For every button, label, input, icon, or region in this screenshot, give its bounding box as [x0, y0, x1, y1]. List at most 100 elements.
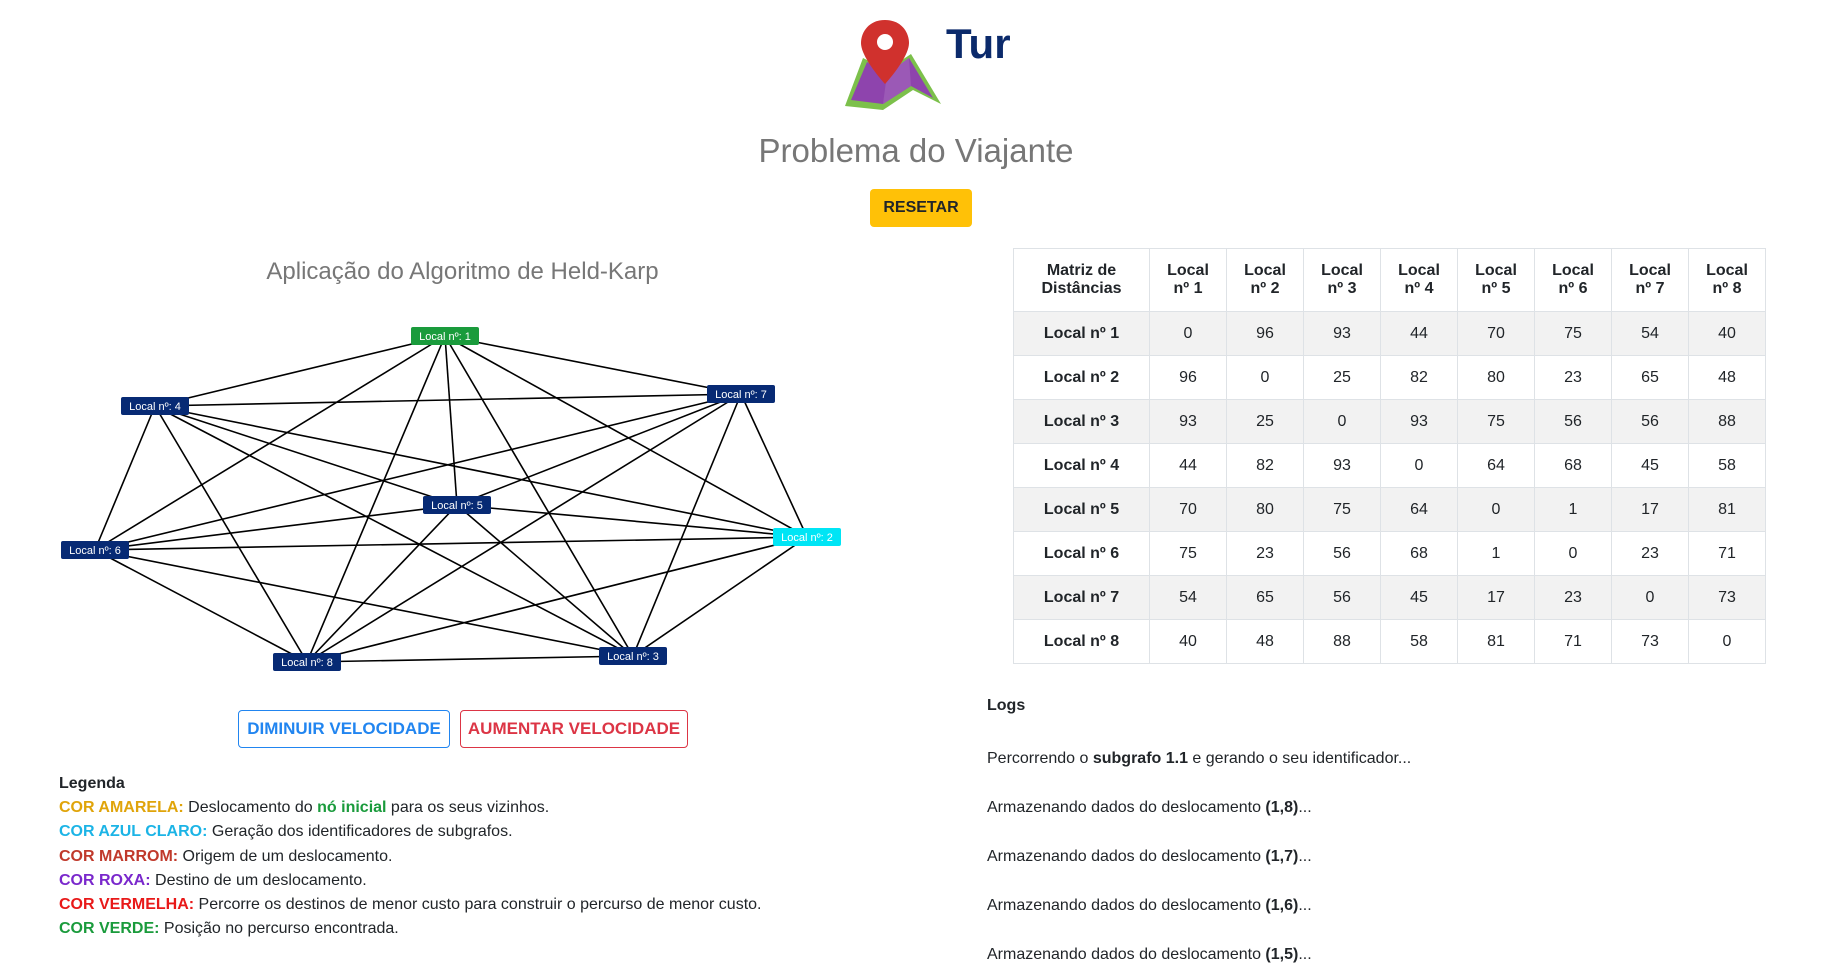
graph-edge: [740, 393, 808, 538]
graph-node-label: Local nº: 1: [419, 331, 471, 343]
distance-cell: 1: [1457, 531, 1535, 576]
distance-cell: 68: [1380, 531, 1458, 576]
row-header: Local nº 2: [1013, 355, 1150, 400]
legend-highlight: nó inicial: [317, 799, 387, 817]
log-bold: (1,7): [1265, 848, 1299, 865]
map-pin-icon: [845, 20, 941, 110]
legend-text: Origem de um deslocamento.: [178, 847, 393, 865]
distance-cell: 23: [1611, 531, 1689, 576]
graph-node-5: Local nº: 5: [423, 496, 491, 514]
column-header: Local nº 7: [1611, 248, 1689, 312]
log-pre: Armazenando dados do deslocamento: [987, 799, 1266, 816]
distance-cell: 44: [1380, 311, 1458, 356]
distance-cell: 65: [1226, 575, 1304, 620]
distance-cell: 71: [1688, 531, 1766, 576]
graph-edge: [94, 536, 808, 551]
distance-cell: 54: [1149, 575, 1227, 620]
graph-edge: [444, 335, 458, 506]
distance-cell: 81: [1688, 487, 1766, 532]
page-subtitle: Problema do Viajante: [758, 132, 1074, 169]
matrix-row: Local nº 8 40 48 88 58 81 71 73 0: [1013, 619, 1766, 664]
matrix-row: Local nº 6 75 23 56 68 1 0 23 71: [1013, 531, 1766, 576]
distance-cell: 93: [1149, 399, 1227, 444]
distance-matrix: Matriz de Distâncias Local nº 1 Local nº 2 …: [1013, 248, 1766, 664]
distance-cell: 93: [1303, 443, 1381, 488]
log-pre: Armazenando dados do deslocamento: [987, 946, 1266, 963]
graph-edge: [154, 405, 308, 663]
legend-text: Posição no percurso encontrada.: [159, 920, 399, 938]
log-bold: (1,5): [1265, 946, 1299, 963]
distance-cell: 80: [1226, 487, 1304, 532]
graph-edge: [154, 405, 634, 657]
distance-cell: 75: [1303, 487, 1381, 532]
column-header: Local nº 1: [1149, 248, 1227, 312]
legend-item: COR AZUL CLARO: Geração dos identificado…: [59, 820, 839, 844]
graph-node-label: Local nº: 3: [607, 651, 659, 663]
legend-item: COR AMARELA: Deslocamento do nó inicial …: [59, 796, 839, 820]
log-entry: Percorrendo o subgrafo 1.1 e gerando o s…: [987, 750, 1411, 768]
distance-cell: 45: [1611, 443, 1689, 488]
distance-cell: 40: [1149, 619, 1227, 664]
graph-node-4: Local nº: 4: [121, 397, 189, 415]
legend-key: COR VERMELHA:: [59, 896, 195, 914]
graph-node-1: Local nº: 1: [411, 327, 479, 345]
column-header: Local nº 5: [1457, 248, 1535, 312]
logs-title: Logs: [987, 697, 1026, 714]
log-post: e gerando o seu identificador...: [1187, 750, 1412, 767]
distance-cell: 73: [1611, 619, 1689, 664]
graph-edge: [306, 393, 742, 663]
log-bold: subgrafo 1.1: [1092, 750, 1188, 767]
distance-cell: 56: [1303, 531, 1381, 576]
graph-node-3: Local nº: 3: [599, 647, 667, 665]
distance-cell: 96: [1149, 355, 1227, 400]
graph-edge: [444, 335, 742, 395]
log-post: ...: [1298, 848, 1312, 865]
matrix-row: Local nº 5 70 80 75 64 0 1 17 81: [1013, 487, 1766, 532]
distance-cell: 80: [1457, 355, 1535, 400]
log-post: ...: [1298, 799, 1312, 816]
distance-cell: 0: [1226, 355, 1304, 400]
distance-cell: 0: [1303, 399, 1381, 444]
graph-edge: [306, 655, 634, 663]
distance-cell: 93: [1303, 311, 1381, 356]
distance-cell: 45: [1380, 575, 1458, 620]
graph-node-label: Local nº: 6: [69, 545, 121, 557]
decrease-speed-button[interactable]: DIMINUIR VELOCIDADE: [238, 710, 450, 748]
distance-cell: 88: [1688, 399, 1766, 444]
legend: Legenda COR AMARELA: Deslocamento do nó …: [59, 772, 839, 941]
graph-edge: [154, 335, 446, 407]
distance-cell: 81: [1457, 619, 1535, 664]
graph-node-7: Local nº: 7: [707, 385, 775, 403]
graph-edge: [306, 536, 808, 663]
distance-cell: 0: [1611, 575, 1689, 620]
graph-edge: [94, 405, 156, 551]
distance-cell: 25: [1226, 399, 1304, 444]
matrix-row: Local nº 7 54 65 56 45 17 23 0 73: [1013, 575, 1766, 620]
graph-node-label: Local nº: 2: [781, 532, 833, 544]
graph-title: Aplicação do Algoritmo de Held-Karp: [266, 258, 659, 285]
distance-cell: 96: [1226, 311, 1304, 356]
distance-cell: 25: [1303, 355, 1381, 400]
distance-cell: 64: [1457, 443, 1535, 488]
distance-cell: 56: [1534, 399, 1612, 444]
row-header: Local nº 5: [1013, 487, 1150, 532]
distance-cell: 0: [1688, 619, 1766, 664]
legend-text: Geração dos identificadores de subgrafos…: [207, 823, 513, 841]
legend-item: COR ROXA: Destino de um deslocamento.: [59, 869, 839, 893]
graph-node-label: Local nº: 8: [281, 657, 333, 669]
distance-cell: 70: [1149, 487, 1227, 532]
graph-edge: [456, 393, 742, 506]
graph-edge: [444, 335, 808, 538]
distance-cell: 56: [1611, 399, 1689, 444]
reset-button[interactable]: RESETAR: [870, 189, 972, 227]
legend-key: COR VERDE:: [59, 920, 160, 938]
matrix-row: Local nº 2 96 0 25 82 80 23 65 48: [1013, 355, 1766, 400]
brand-title: Tur: [946, 20, 1011, 67]
increase-speed-button[interactable]: AUMENTAR VELOCIDADE: [460, 710, 688, 748]
distance-cell: 71: [1534, 619, 1612, 664]
legend-key: COR AZUL CLARO:: [59, 823, 208, 841]
distance-cell: 44: [1149, 443, 1227, 488]
distance-cell: 56: [1303, 575, 1381, 620]
distance-cell: 82: [1226, 443, 1304, 488]
legend-text: Percorre os destinos de menor custo para…: [194, 896, 762, 914]
